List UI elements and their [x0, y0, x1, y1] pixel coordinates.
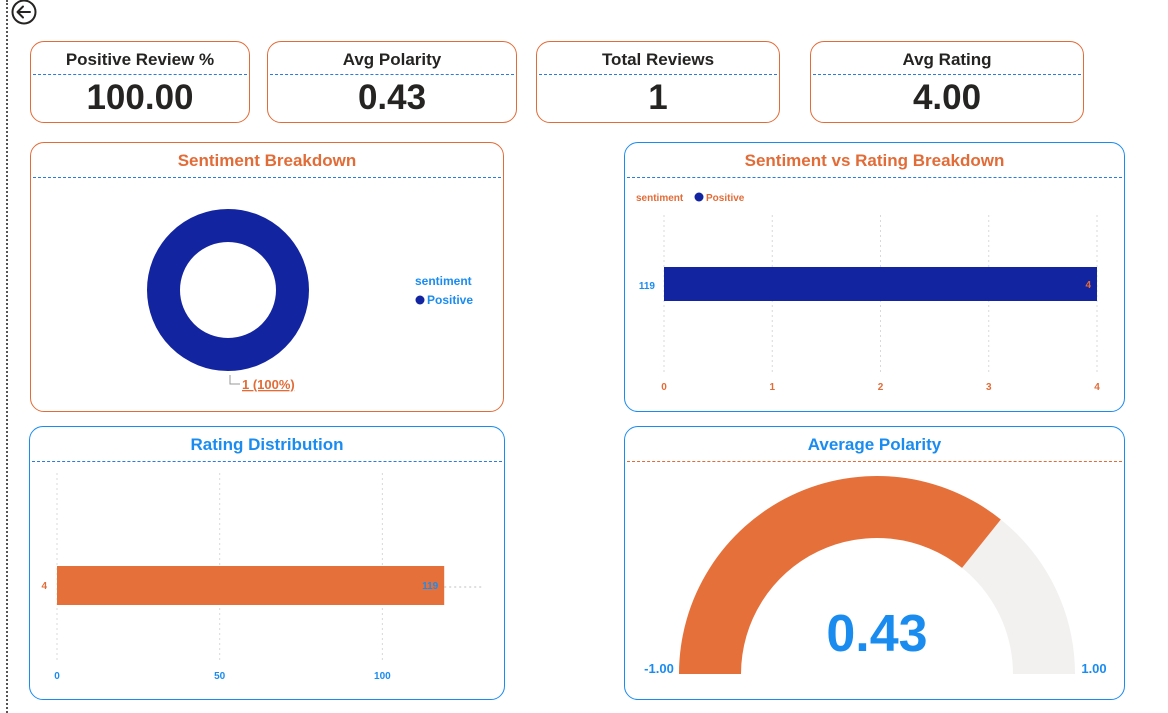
divider: [270, 74, 514, 75]
kpi-value: 100.00: [86, 78, 194, 117]
x-tick-label: 3: [986, 382, 992, 393]
gauge-value: 0.43: [826, 605, 927, 663]
legend-item-positive[interactable]: Positive: [427, 293, 473, 307]
gauge-max-label: 1.00: [1081, 661, 1106, 676]
divider: [33, 74, 247, 75]
x-tick-label: 4: [1094, 382, 1100, 393]
donut-slice-positive[interactable]: [147, 209, 309, 371]
kpi-label: Total Reviews: [601, 50, 715, 69]
y-category-label: 4: [41, 581, 47, 592]
average-polarity-card: Average Polarity 0.43 -1.00 1.00: [624, 426, 1125, 700]
donut-chart: 1 (100%) sentiment Positive: [147, 209, 473, 392]
data-label-leader: [229, 375, 240, 385]
donut-data-label: 1 (100%): [242, 377, 295, 392]
legend-marker: [415, 295, 425, 305]
legend-marker: [694, 192, 704, 202]
gauge-min-label: -1.00: [644, 661, 674, 676]
x-tick-label: 0: [54, 671, 60, 682]
kpi-card-avg-rating: Avg Rating 4.00: [810, 41, 1084, 123]
rating-distribution-card: Rating Distribution 4 0 50 100 119: [29, 426, 505, 700]
bar-data-label: 4: [1085, 280, 1091, 291]
x-tick-label: 1: [769, 382, 775, 393]
kpi-label: Positive Review %: [65, 50, 215, 69]
sentiment-vs-rating-card: Sentiment vs Rating Breakdown sentiment …: [624, 142, 1125, 412]
bar-chart: 4 0 50 100 119: [41, 473, 482, 682]
bar-data-label: 119: [422, 581, 439, 592]
legend-title: sentiment: [415, 274, 472, 288]
bar-positive[interactable]: [664, 267, 1097, 301]
gauge-chart: 0.43 -1.00 1.00: [644, 476, 1107, 676]
legend-title: sentiment: [636, 193, 684, 204]
kpi-card-positive-review-pct: Positive Review % 100.00: [30, 41, 250, 123]
legend-item-positive[interactable]: Positive: [706, 193, 745, 204]
back-arrow-icon[interactable]: [10, 0, 40, 26]
kpi-value: 1: [648, 78, 668, 117]
bar-chart: sentiment Positive 119 0 1 2 3 4 4: [636, 192, 1100, 393]
x-tick-label: 50: [214, 671, 226, 682]
y-category-label: 119: [639, 281, 656, 292]
x-tick-label: 100: [374, 671, 391, 682]
kpi-value: 0.43: [357, 78, 427, 117]
kpi-card-avg-polarity: Avg Polarity 0.43: [267, 41, 517, 123]
x-tick-label: 0: [661, 382, 667, 393]
kpi-value: 4.00: [912, 78, 982, 117]
sentiment-breakdown-card: Sentiment Breakdown 1 (100%) sentiment P…: [30, 142, 504, 412]
x-tick-label: 2: [878, 382, 884, 393]
divider: [539, 74, 777, 75]
kpi-card-total-reviews: Total Reviews 1: [536, 41, 780, 123]
kpi-label: Avg Polarity: [342, 50, 442, 69]
divider: [813, 74, 1081, 75]
kpi-label: Avg Rating: [902, 50, 992, 69]
bar-rating-4[interactable]: [57, 566, 445, 605]
